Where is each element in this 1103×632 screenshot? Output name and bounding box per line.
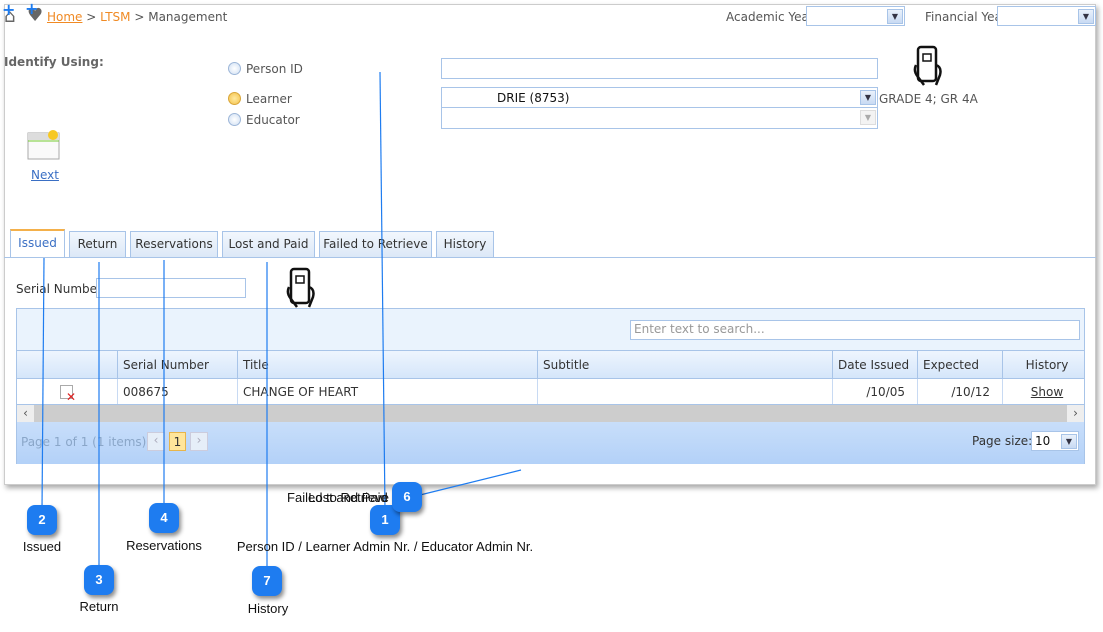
callout-label-3: Return — [79, 599, 119, 614]
callout-badge-3: 3 — [84, 565, 114, 595]
callout-label-1: Person ID / Learner Admin Nr. / Educator… — [236, 539, 534, 554]
callout-badge-6: 6 — [392, 482, 422, 512]
callout-label-4: Reservations — [126, 538, 202, 553]
callout-line-2 — [41, 257, 45, 511]
callout-label-6b: Lost and Paid — [308, 490, 388, 505]
callout-label-2: Issued — [22, 539, 62, 554]
callout-badge-4: 4 — [149, 503, 179, 533]
callout-label-7: History — [247, 601, 289, 616]
callout-line-1 — [379, 71, 386, 511]
callout-badge-2: 2 — [27, 505, 57, 535]
callout-badge-7: 7 — [252, 566, 282, 596]
callout-line-6 — [419, 469, 522, 496]
